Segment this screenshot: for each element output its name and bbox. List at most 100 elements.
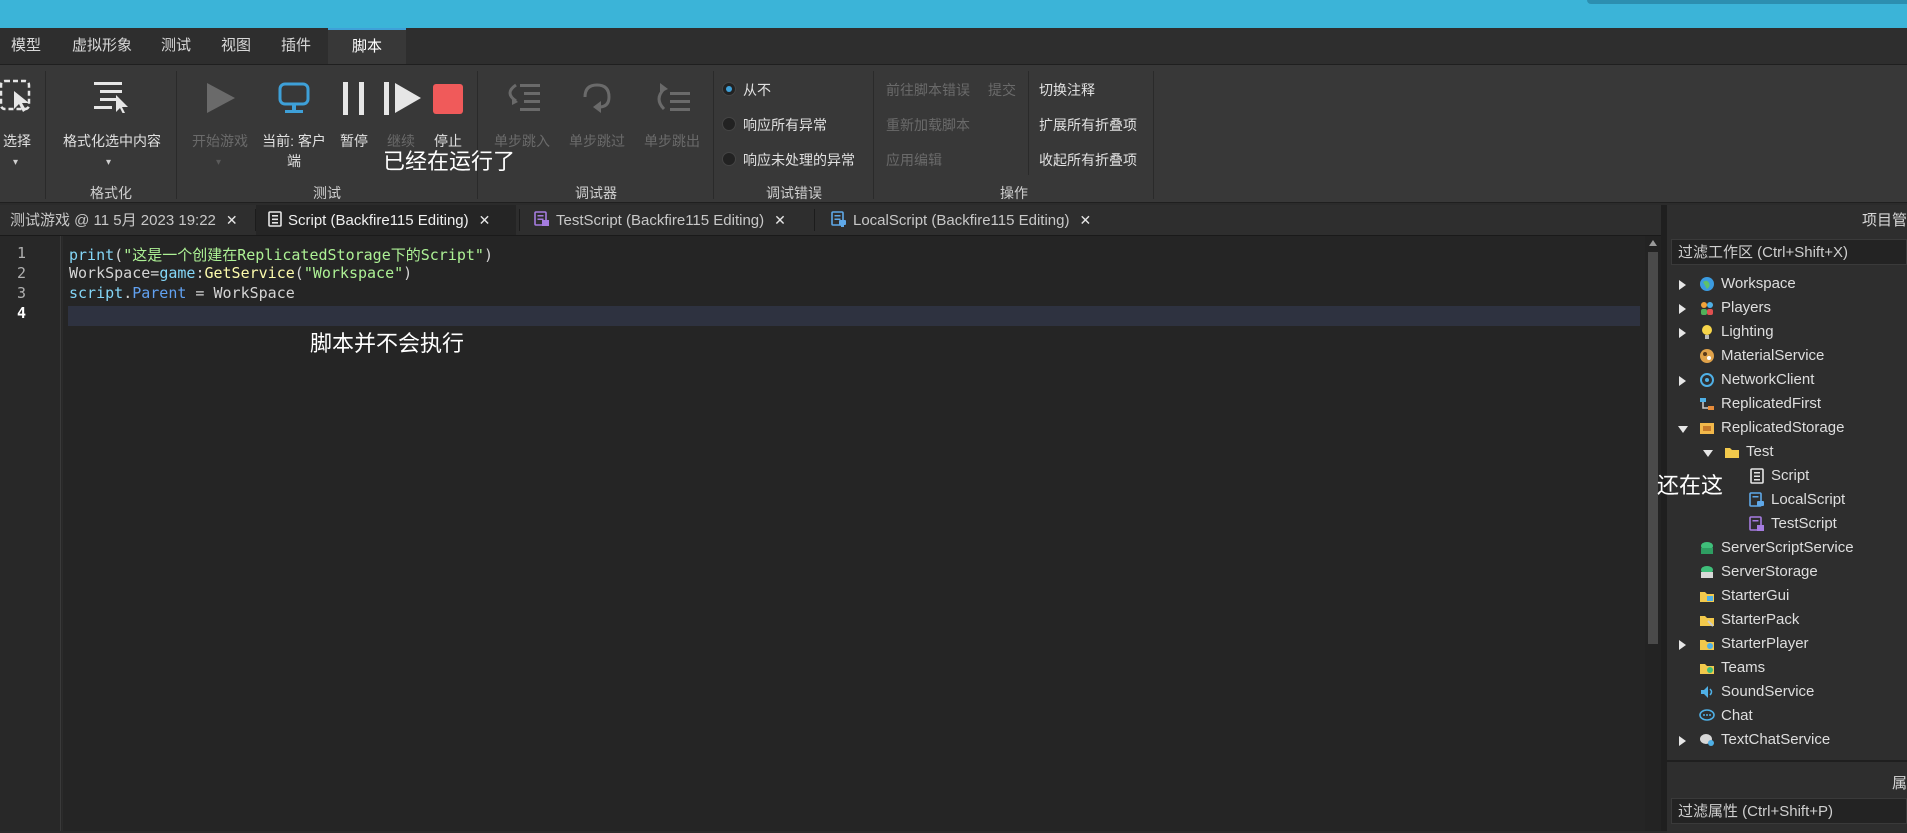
tab-test-game[interactable]: 测试游戏 @ 11 5月 2023 19:22 ✕ bbox=[0, 205, 254, 235]
apply-edits-button[interactable]: 应用编辑 bbox=[886, 150, 942, 170]
play-button[interactable] bbox=[203, 81, 237, 120]
tree-item-serverscriptservice[interactable]: ServerScriptService bbox=[1667, 537, 1907, 559]
step-into-button[interactable] bbox=[502, 81, 542, 120]
tree-item-starterplayer[interactable]: StarterPlayer bbox=[1667, 633, 1907, 655]
format-selection-button[interactable] bbox=[92, 79, 130, 118]
material-service-icon bbox=[1700, 349, 1714, 363]
tab-test[interactable]: 测试 bbox=[150, 28, 202, 64]
resume-icon bbox=[384, 82, 421, 115]
line-number: 2 bbox=[16, 264, 26, 282]
radio-unhandled-exceptions[interactable] bbox=[722, 152, 736, 166]
tree-item-lighting[interactable]: Lighting bbox=[1667, 321, 1907, 343]
radio-all-exceptions[interactable] bbox=[722, 117, 736, 131]
folder-icon bbox=[1725, 448, 1739, 458]
tree-item-soundservice[interactable]: SoundService bbox=[1667, 681, 1907, 703]
tab-script[interactable]: Script (Backfire115 Editing) ✕ bbox=[256, 205, 516, 235]
tree-item-starterpack[interactable]: StarterPack bbox=[1667, 609, 1907, 631]
select-label[interactable]: 选择 bbox=[0, 131, 34, 151]
expand-arrow-open-icon[interactable] bbox=[1678, 426, 1688, 433]
resume-button[interactable] bbox=[383, 81, 423, 120]
scroll-up-arrow-icon[interactable] bbox=[1649, 240, 1657, 246]
toggle-comment-button[interactable]: 切换注释 bbox=[1039, 80, 1095, 100]
commit-button[interactable]: 提交 bbox=[988, 80, 1016, 100]
tree-item-label: ServerStorage bbox=[1721, 563, 1818, 580]
stop-icon bbox=[433, 84, 463, 114]
tree-item-voicechatservice[interactable]: VoiceChatService bbox=[1667, 753, 1907, 757]
step-over-label[interactable]: 单步跳过 bbox=[563, 131, 631, 151]
tree-item-testscript[interactable]: TestScript bbox=[1667, 513, 1907, 535]
stop-button[interactable] bbox=[433, 84, 463, 114]
chevron-down-icon[interactable]: ▾ bbox=[216, 157, 221, 168]
properties-filter-input[interactable]: 过滤属性 (Ctrl+Shift+P) bbox=[1671, 798, 1907, 824]
tab-avatar[interactable]: 虚拟形象 bbox=[60, 28, 144, 64]
tree-item-players[interactable]: Players bbox=[1667, 297, 1907, 319]
never-label[interactable]: 从不 bbox=[743, 80, 771, 100]
tree-item-teams[interactable]: Teams bbox=[1667, 657, 1907, 679]
pause-icon bbox=[343, 82, 364, 115]
tree-item-startergui[interactable]: StarterGui bbox=[1667, 585, 1907, 607]
code-line-2[interactable]: WorkSpace=game:GetService("Workspace") bbox=[69, 264, 412, 282]
expand-arrow-closed-icon[interactable] bbox=[1679, 328, 1686, 338]
group-format: 格式化 bbox=[90, 185, 132, 201]
play-label[interactable]: 开始游戏 bbox=[186, 131, 254, 151]
tab-plugins[interactable]: 插件 bbox=[270, 28, 322, 64]
tree-item-replicatedfirst[interactable]: ReplicatedFirst bbox=[1667, 393, 1907, 415]
chevron-down-icon[interactable]: ▾ bbox=[106, 157, 111, 168]
step-over-button[interactable] bbox=[577, 81, 617, 120]
radio-never[interactable] bbox=[722, 82, 736, 96]
tree-item-serverstorage[interactable]: ServerStorage bbox=[1667, 561, 1907, 583]
goto-script-error-button[interactable]: 前往脚本错误 bbox=[886, 80, 970, 100]
tree-item-label: Test bbox=[1746, 443, 1774, 460]
format-selection-label[interactable]: 格式化选中内容 bbox=[56, 131, 168, 151]
players-icon bbox=[1701, 302, 1713, 315]
tab-testscript[interactable]: TestScript (Backfire115 Editing) ✕ bbox=[520, 205, 812, 235]
code-line-1[interactable]: print("这是一个创建在ReplicatedStorage下的Script"… bbox=[69, 244, 493, 265]
collapse-all-folds-button[interactable]: 收起所有折叠项 bbox=[1039, 150, 1137, 170]
explorer-title: 项目管 bbox=[1861, 212, 1907, 229]
expand-all-folds-button[interactable]: 扩展所有折叠项 bbox=[1039, 115, 1137, 135]
tree-item-label: Script bbox=[1771, 467, 1810, 484]
close-icon[interactable]: ✕ bbox=[774, 212, 786, 228]
title-bar bbox=[0, 0, 1907, 28]
pause-label[interactable]: 暂停 bbox=[334, 131, 374, 151]
close-icon[interactable]: ✕ bbox=[1080, 212, 1092, 228]
tree-item-chat[interactable]: Chat bbox=[1667, 705, 1907, 727]
tab-script[interactable]: 脚本 bbox=[328, 28, 406, 64]
tree-item-textchatservice[interactable]: TextChatService bbox=[1667, 729, 1907, 751]
unhandled-exceptions-label[interactable]: 响应未处理的异常 bbox=[743, 150, 855, 170]
tree-item-label: Chat bbox=[1721, 707, 1753, 724]
starter-player-icon bbox=[1700, 640, 1714, 650]
tab-view[interactable]: 视图 bbox=[210, 28, 262, 64]
expand-arrow-closed-icon[interactable] bbox=[1679, 376, 1686, 386]
current-client-label[interactable]: 当前: 客户端 bbox=[258, 131, 330, 171]
expand-arrow-closed-icon[interactable] bbox=[1679, 640, 1686, 650]
select-button[interactable] bbox=[0, 79, 34, 113]
step-out-button[interactable] bbox=[652, 81, 692, 120]
tree-item-test[interactable]: Test bbox=[1667, 441, 1907, 463]
tree-item-label: Players bbox=[1721, 299, 1772, 316]
close-icon[interactable]: ✕ bbox=[226, 212, 238, 228]
chevron-down-icon[interactable]: ▾ bbox=[13, 157, 18, 168]
tree-item-networkclient[interactable]: NetworkClient bbox=[1667, 369, 1907, 391]
pause-button[interactable] bbox=[340, 81, 370, 120]
tree-item-workspace[interactable]: Workspace bbox=[1667, 273, 1907, 295]
current-client-button[interactable] bbox=[277, 81, 311, 120]
close-icon[interactable]: ✕ bbox=[479, 212, 491, 228]
tree-item-replicatedstorage[interactable]: ReplicatedStorage bbox=[1667, 417, 1907, 439]
tree-item-materialservice[interactable]: MaterialService bbox=[1667, 345, 1907, 367]
all-exceptions-label[interactable]: 响应所有异常 bbox=[743, 115, 827, 135]
properties-panel: 属 过滤属性 (Ctrl+Shift+P) bbox=[1667, 760, 1907, 833]
tab-localscript[interactable]: LocalScript (Backfire115 Editing) ✕ bbox=[815, 205, 1115, 235]
expand-arrow-open-icon[interactable] bbox=[1703, 450, 1713, 457]
reload-script-button[interactable]: 重新加载脚本 bbox=[886, 115, 970, 135]
tab-model[interactable]: 模型 bbox=[0, 28, 52, 64]
editor-scrollbar[interactable] bbox=[1645, 236, 1661, 831]
expand-arrow-closed-icon[interactable] bbox=[1679, 280, 1686, 290]
expand-arrow-closed-icon[interactable] bbox=[1679, 736, 1686, 746]
code-line-3[interactable]: script.Parent = WorkSpace bbox=[69, 284, 295, 302]
step-out-label[interactable]: 单步跳出 bbox=[638, 131, 706, 151]
explorer-filter-input[interactable]: 过滤工作区 (Ctrl+Shift+X) bbox=[1671, 239, 1907, 265]
replicated-first-icon bbox=[1700, 398, 1714, 410]
expand-arrow-closed-icon[interactable] bbox=[1679, 304, 1686, 314]
scrollbar-thumb[interactable] bbox=[1648, 252, 1658, 644]
